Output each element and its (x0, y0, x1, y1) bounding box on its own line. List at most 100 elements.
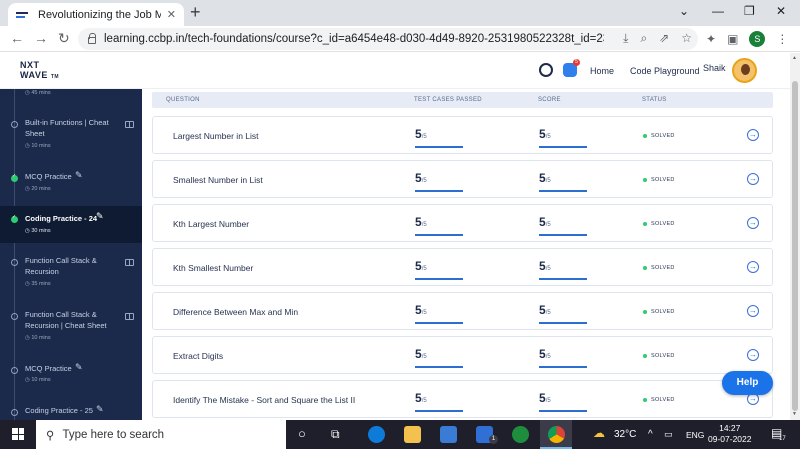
sidebar-item-recursion-cheatsheet[interactable]: Function Call Stack & Recursion | Cheat … (0, 305, 142, 345)
arrow-right-circle-icon[interactable]: → (747, 349, 759, 361)
table-row[interactable]: Kth Smallest Number 5/5 5/5 SOLVED → (152, 248, 773, 286)
test-cases-passed: 5/5 (415, 125, 463, 148)
score-progress-bar (539, 234, 587, 236)
share-icon[interactable]: ⇗ (659, 31, 669, 46)
test-cases-passed: 5/5 (415, 257, 463, 280)
chevron-up-icon[interactable]: ^ (648, 429, 653, 440)
address-bar[interactable]: learning.ccbp.in/tech-foundations/course… (78, 28, 698, 50)
side-panel-icon[interactable]: ▣ (727, 32, 738, 46)
test-cases-progress-bar (415, 410, 463, 412)
question-title[interactable]: Kth Largest Number (173, 219, 249, 229)
stopwatch-icon[interactable] (539, 63, 553, 77)
score: 5/5 (539, 125, 587, 148)
taskbar-chrome-active[interactable] (540, 420, 572, 449)
extensions-puzzle-icon[interactable]: ✦ (706, 32, 716, 46)
sidebar-item-mcq-practice[interactable]: MCQ Practice ✎ 20 mins (0, 167, 142, 199)
scroll-up-arrow-icon[interactable]: ▲ (792, 55, 797, 61)
question-title[interactable]: Smallest Number in List (173, 175, 263, 185)
browser-tab-strip: Revolutionizing the Job Market | NxtWave… (0, 0, 800, 26)
table-row[interactable]: Difference Between Max and Min 5/5 5/5 S… (152, 292, 773, 330)
battery-icon[interactable]: ▭ (664, 429, 673, 440)
code-playground-link[interactable]: Code Playground (630, 66, 700, 76)
tab-title: Revolutionizing the Job Market | NxtWave (38, 8, 161, 21)
status-dot-icon (11, 367, 18, 374)
score-progress-bar (539, 410, 587, 412)
status-badge: SOLVED (643, 133, 675, 139)
close-window-icon[interactable]: ✕ (776, 4, 786, 18)
windows-taskbar: ⚲ Type here to search ○ ⧉ 1 ☁ 32°C ^ ▭ E… (0, 420, 800, 449)
column-header-test-cases: TEST CASES PASSED (414, 97, 482, 103)
status-badge: SOLVED (643, 397, 675, 403)
minimize-icon[interactable]: — (712, 4, 724, 18)
score: 5/5 (539, 169, 587, 192)
user-avatar[interactable] (732, 58, 757, 83)
pencil-icon: ✎ (75, 362, 83, 372)
new-tab-button[interactable]: + (190, 3, 201, 21)
forward-arrow-icon[interactable]: → (34, 30, 48, 46)
browser-toolbar: ← → ↻ learning.ccbp.in/tech-foundations/… (0, 26, 800, 52)
user-name[interactable]: Shaik (703, 63, 726, 73)
question-title[interactable]: Identify The Mistake - Sort and Square t… (173, 395, 355, 405)
edge-browser-icon[interactable] (368, 426, 385, 443)
more-menu-icon[interactable]: ⋮ (776, 32, 788, 46)
sidebar-item-function-call-stack[interactable]: Function Call Stack & Recursion 35 mins (0, 251, 142, 291)
scroll-down-arrow-icon[interactable]: ▼ (792, 411, 797, 417)
sidebar-item-coding-practice-25[interactable]: Coding Practice - 25 ✎ (0, 401, 142, 420)
file-explorer-icon[interactable] (404, 426, 421, 443)
task-view-icon[interactable]: ⧉ (331, 427, 340, 442)
status-dot-icon (11, 409, 18, 416)
page-scrollbar[interactable]: ▲ ▼ (790, 53, 800, 420)
sidebar-item-previous[interactable]: 45 mins (0, 89, 142, 101)
home-link[interactable]: Home (590, 66, 614, 76)
status-badge: SOLVED (643, 177, 675, 183)
taskbar-search[interactable]: ⚲ Type here to search (36, 420, 286, 449)
table-row[interactable]: Kth Largest Number 5/5 5/5 SOLVED → (152, 204, 773, 242)
score-progress-bar (539, 366, 587, 368)
status-badge: SOLVED (643, 221, 675, 227)
question-title[interactable]: Kth Smallest Number (173, 263, 253, 273)
weather-icon[interactable]: ☁ (593, 426, 605, 440)
cortana-circle-icon[interactable]: ○ (298, 426, 306, 441)
column-header-question: QUESTION (166, 97, 200, 103)
bookmark-star-icon[interactable]: ☆ (681, 31, 692, 46)
temperature[interactable]: 32°C (614, 429, 636, 440)
browser-tab[interactable]: Revolutionizing the Job Market | NxtWave… (8, 3, 184, 26)
table-row[interactable]: Smallest Number in List 5/5 5/5 SOLVED → (152, 160, 773, 198)
sidebar-item-builtin-cheatsheet[interactable]: Built-in Functions | Cheat Sheet 10 mins (0, 113, 142, 153)
arrow-right-circle-icon[interactable]: → (747, 217, 759, 229)
zoom-icon[interactable]: ⌕ (640, 31, 647, 46)
arrow-right-circle-icon[interactable]: → (747, 129, 759, 141)
table-row[interactable]: Identify The Mistake - Sort and Square t… (152, 380, 773, 418)
windows-start-icon[interactable] (12, 428, 24, 440)
sidebar-item-coding-practice-24[interactable]: Coding Practice - 24 ✎ 30 mins (0, 206, 142, 243)
language-indicator[interactable]: ENG (686, 430, 704, 440)
question-title[interactable]: Largest Number in List (173, 131, 259, 141)
score: 5/5 (539, 257, 587, 280)
column-header-status: STATUS (642, 97, 667, 103)
scroll-thumb[interactable] (792, 81, 798, 411)
qlik-sense-icon[interactable] (512, 426, 529, 443)
arrow-right-circle-icon[interactable]: → (747, 261, 759, 273)
reload-icon[interactable]: ↻ (58, 30, 70, 47)
install-icon[interactable]: ⤓ (623, 31, 628, 46)
nxtwave-logo[interactable]: NXT WAVE TM (20, 60, 59, 82)
profile-avatar[interactable]: S (749, 31, 766, 47)
chevron-down-icon[interactable]: ⌄ (679, 4, 689, 18)
help-button[interactable]: Help (722, 371, 773, 395)
table-row[interactable]: Largest Number in List 5/5 5/5 SOLVED → (152, 116, 773, 154)
column-header-score: SCORE (538, 97, 561, 103)
score-progress-bar (539, 278, 587, 280)
maximize-icon[interactable]: ❐ (744, 4, 755, 18)
sidebar-item-mcq-practice-2[interactable]: MCQ Practice ✎ 10 mins (0, 359, 142, 389)
back-arrow-icon[interactable]: ← (10, 30, 24, 46)
arrow-right-circle-icon[interactable]: → (747, 305, 759, 317)
question-title[interactable]: Extract Digits (173, 351, 223, 361)
close-tab-icon[interactable]: ✕ (167, 8, 176, 21)
arrow-right-circle-icon[interactable]: → (747, 173, 759, 185)
taskbar-clock[interactable]: 14:27 09-07-2022 (708, 423, 751, 445)
url-text[interactable]: learning.ccbp.in/tech-foundations/course… (104, 33, 604, 45)
search-icon: ⚲ (46, 429, 55, 442)
table-row[interactable]: Extract Digits 5/5 5/5 SOLVED → (152, 336, 773, 374)
microsoft-store-icon[interactable] (440, 426, 457, 443)
question-title[interactable]: Difference Between Max and Min (173, 307, 298, 317)
